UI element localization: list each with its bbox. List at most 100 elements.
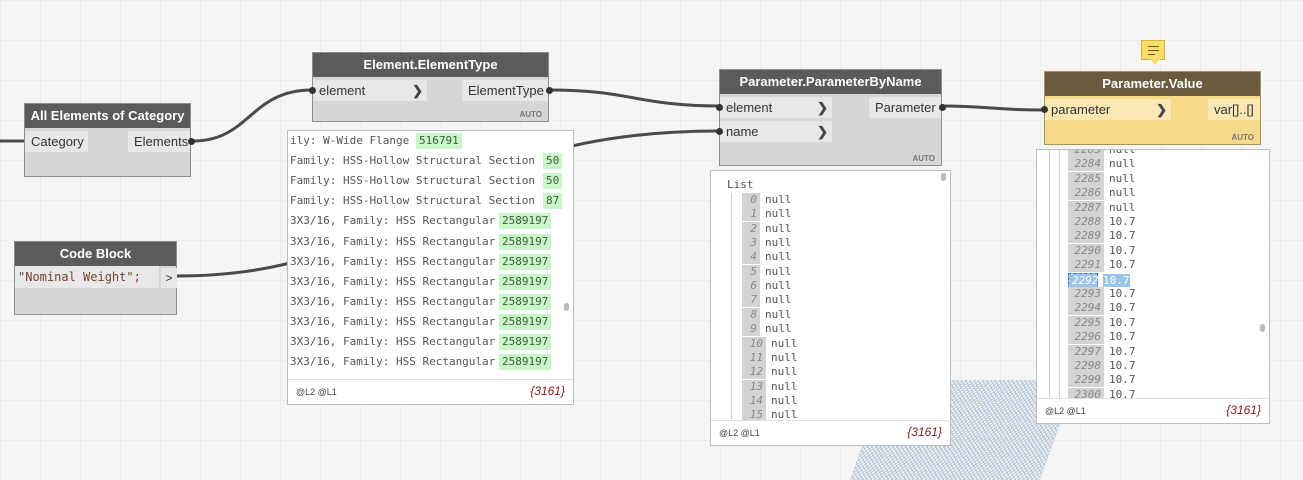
scrollbar-thumb[interactable] <box>1260 324 1265 332</box>
preview-bubble-elementtype[interactable]: ily: W-Wide Flange 516791 Family: HSS-Hol… <box>287 130 574 405</box>
code-editor[interactable]: "Nominal Weight"; <box>15 266 159 288</box>
list-index: 6 <box>742 279 760 294</box>
input-connector-dot[interactable] <box>716 104 723 111</box>
note-icon[interactable] <box>1141 40 1165 65</box>
node-parameter-parameterbyname[interactable]: Parameter.ParameterByName element ❯ name… <box>716 69 946 166</box>
output-connector-dot[interactable] <box>546 87 553 94</box>
list-index: 2291 <box>1068 258 1104 273</box>
element-id: 2589197 <box>499 273 552 290</box>
list-index: 2288 <box>1068 215 1104 229</box>
preview-footer: @L2 @L1 {3161} <box>1037 398 1269 423</box>
list-item: 2288 10.7 <box>1068 215 1136 229</box>
list-value: null <box>765 307 792 321</box>
preview-footer: @L2 @L1 {3161} <box>711 420 950 445</box>
element-id: 516791 <box>416 133 462 149</box>
list-item: 2297 10.7 <box>1068 344 1136 359</box>
list-item: 2 null <box>742 221 792 236</box>
output-connector-dot[interactable] <box>939 104 946 111</box>
list-item: 8 null <box>742 307 792 322</box>
list-value: null <box>771 336 798 350</box>
list-item: 10 null <box>742 336 798 351</box>
list-item: Family: HSS-Hollow Structural Section 50 <box>290 151 563 171</box>
input-port-parameter[interactable]: parameter ❯ <box>1045 99 1171 120</box>
output-port-code[interactable]: > <box>161 268 177 288</box>
lacing-indicator[interactable]: AUTO <box>1231 133 1254 142</box>
list-index: 7 <box>742 293 760 308</box>
list-value: 10.7 <box>1109 330 1136 344</box>
input-port-element[interactable]: element ❯ <box>720 97 832 118</box>
preview-bubble-value[interactable]: 2283 null 2284 null 2285 null 2286 null 2287 null… <box>1036 149 1270 424</box>
list-value: null <box>765 250 792 264</box>
list-value: null <box>771 379 798 393</box>
list-value: 10.7 <box>1109 359 1136 372</box>
list-value: null <box>765 322 792 336</box>
item-text: 3X3/16, Family: HSS Rectangular <box>290 274 496 288</box>
node-parameter-value[interactable]: Parameter.Value parameter ❯ var[]..[] AU… <box>1041 71 1261 145</box>
list-value: 10.7 <box>1109 258 1136 272</box>
list-item: 2291 10.7 <box>1068 258 1136 273</box>
chevron-right-icon: ❯ <box>412 83 423 98</box>
input-connector-dot[interactable] <box>1041 106 1048 113</box>
output-connector-dot[interactable] <box>188 138 195 145</box>
element-id: 50 <box>543 153 563 170</box>
preview-bubble-parameter[interactable]: List 0 null 1 null 2 null 3 null 4 null 5 null 6 null… <box>710 170 951 446</box>
output-port-var[interactable]: var[]..[] <box>1208 99 1260 120</box>
item-text: 3X3/16, Family: HSS Rectangular <box>290 314 496 328</box>
input-port-category[interactable]: Category <box>25 131 88 152</box>
output-port-elementtype[interactable]: ElementType <box>462 80 548 101</box>
list-value: 10.7 <box>1109 301 1136 315</box>
list-value: null <box>1109 200 1136 214</box>
scrollbar-thumb[interactable] <box>564 303 569 311</box>
node-title: Element.ElementType <box>313 53 548 77</box>
list-item: 9 null <box>742 322 792 337</box>
list-index: 8 <box>742 307 760 322</box>
wire-elementtype-to-element <box>548 88 720 108</box>
list-index: 2283 <box>1068 150 1104 157</box>
element-id: 2589197 <box>499 313 552 330</box>
item-text: 3X3/16, Family: HSS Rectangular <box>290 355 496 369</box>
scrollbar-thumb[interactable] <box>941 173 946 181</box>
list-value: 10.7 <box>1109 215 1136 228</box>
lacing-indicator[interactable]: AUTO <box>912 154 935 163</box>
list-value: null <box>765 236 792 250</box>
list-index: 2284 <box>1068 157 1104 172</box>
node-title: Code Block <box>15 242 176 266</box>
list-value: 10.7 <box>1109 243 1136 257</box>
list-index: 14 <box>742 393 766 408</box>
list-index: 2294 <box>1068 301 1104 316</box>
element-id: 2589197 <box>499 293 552 310</box>
input-port-element[interactable]: element ❯ <box>313 80 427 101</box>
list-value: 10.7 <box>1109 287 1136 300</box>
chevron-right-icon: ❯ <box>1156 102 1167 117</box>
list-index: 2 <box>742 221 760 236</box>
list-index: 13 <box>742 379 766 394</box>
output-port-elements[interactable]: Elements <box>128 131 190 152</box>
list-value: 10.7 <box>1109 229 1136 243</box>
list-index: 2295 <box>1068 315 1104 330</box>
item-text: ily: W-Wide Flange <box>290 134 410 147</box>
node-element-elementtype[interactable]: Element.ElementType element ❯ ElementTyp… <box>309 52 553 122</box>
input-port-name[interactable]: name ❯ <box>720 121 832 142</box>
list-item: 14 null <box>742 393 798 408</box>
element-id: 2589197 <box>499 334 552 350</box>
node-code-block[interactable]: Code Block "Nominal Weight"; > <box>14 241 177 315</box>
list-index: 2287 <box>1068 200 1104 215</box>
list-item: Family: HSS-Hollow Structural Section 50 <box>290 171 563 191</box>
item-text: Family: HSS-Hollow Structural Section <box>290 174 536 188</box>
list-index: 4 <box>742 250 760 265</box>
list-item: 2292 10.7 <box>1068 272 1130 289</box>
input-connector-dot[interactable] <box>716 128 723 135</box>
tree-line <box>1059 150 1060 398</box>
output-port-parameter[interactable]: Parameter <box>869 97 941 118</box>
element-id: 2589197 <box>499 253 552 270</box>
input-connector-dot[interactable] <box>309 87 316 94</box>
list-index: 0 <box>742 193 760 207</box>
lacing-indicator[interactable]: AUTO <box>519 110 542 119</box>
list-levels: @L2 @L1 <box>1045 406 1086 416</box>
list-index: 5 <box>742 264 760 279</box>
list-value: null <box>771 350 798 364</box>
list-index: 2298 <box>1068 359 1104 373</box>
item-text: 3X3/16, Family: HSS Rectangular <box>290 335 496 348</box>
node-title: Parameter.Value <box>1045 72 1260 96</box>
node-all-elements-of-category[interactable]: All Elements of Category Category Elemen… <box>24 103 195 177</box>
